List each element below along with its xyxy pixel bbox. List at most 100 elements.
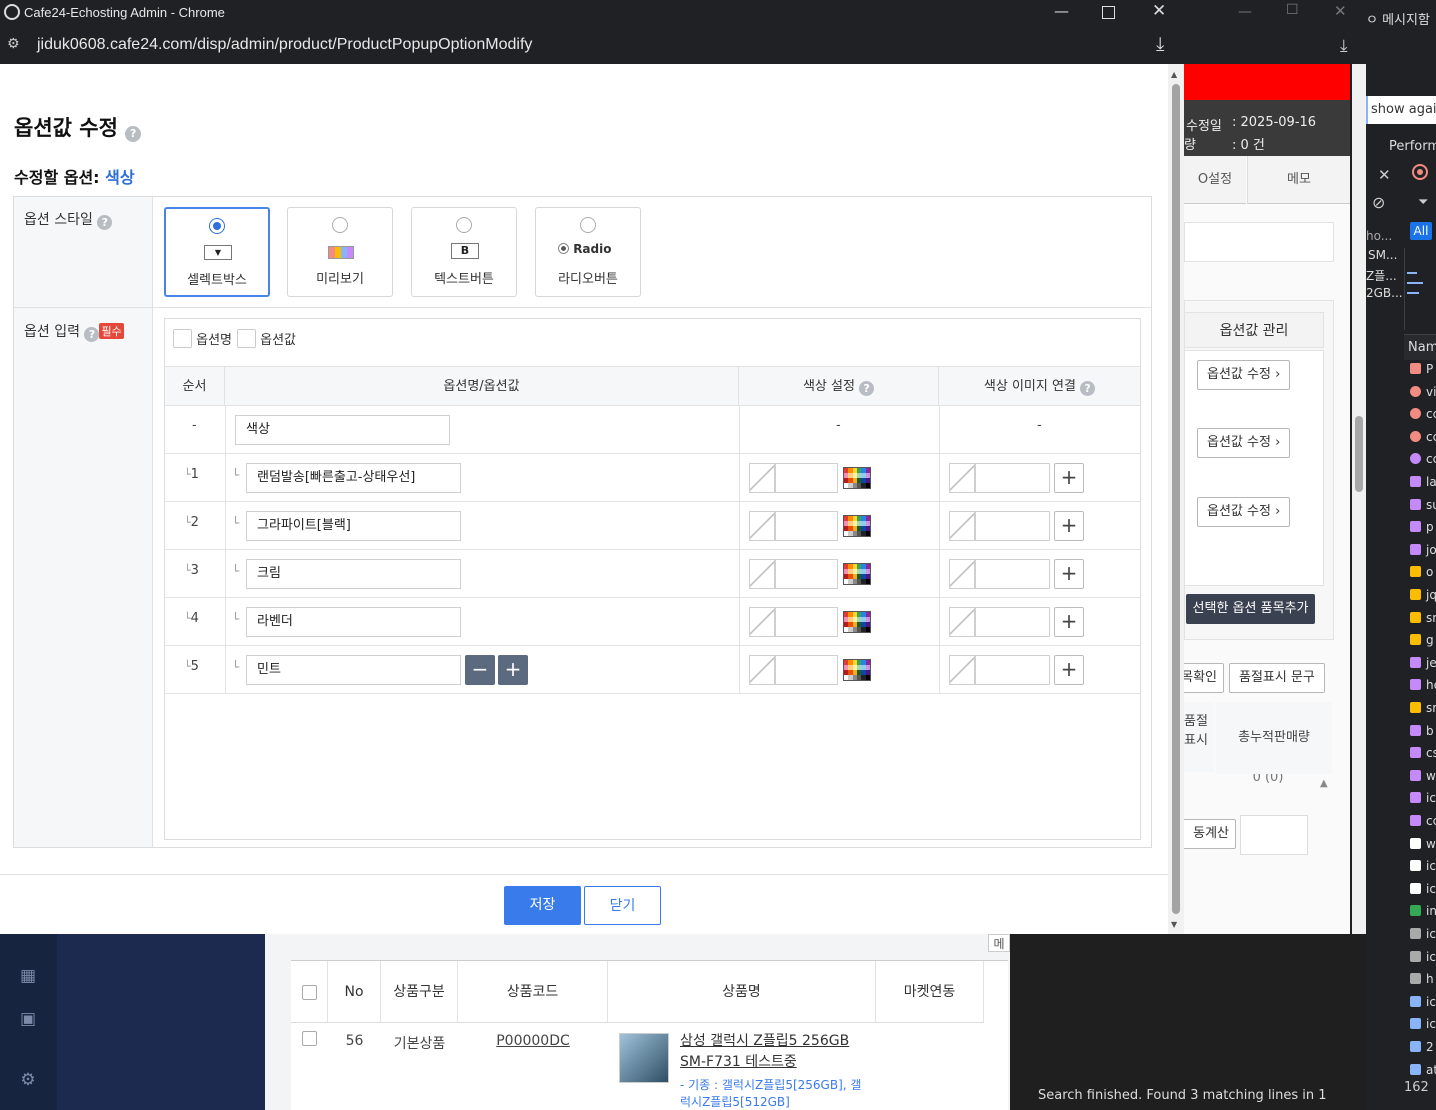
request-row[interactable]: je: [1406, 656, 1436, 676]
message-tab[interactable]: ㅇ 메시지함: [1366, 9, 1430, 28]
color-palette-icon[interactable]: [843, 659, 871, 681]
site-settings-icon[interactable]: ⚙: [7, 36, 20, 52]
style-textbutton-card[interactable]: B 텍스트버튼: [411, 207, 517, 297]
request-row[interactable]: 2: [1406, 1040, 1434, 1060]
option-value-input[interactable]: 민트: [246, 655, 461, 685]
tab-memo[interactable]: 메모: [1247, 156, 1350, 204]
color-swatch[interactable]: [749, 559, 775, 589]
record-stop-icon[interactable]: [1412, 164, 1428, 180]
add-image-button[interactable]: +: [1054, 463, 1084, 493]
gear-icon[interactable]: ⚙: [18, 1070, 38, 1090]
style-preview-card[interactable]: 미리보기: [287, 207, 393, 297]
image-link-input[interactable]: [975, 607, 1050, 637]
request-row[interactable]: p: [1406, 520, 1434, 540]
add-image-button[interactable]: +: [1054, 511, 1084, 541]
request-row[interactable]: cs: [1406, 746, 1436, 766]
url-text[interactable]: jiduk0608.cafe24.com/disp/admin/product/…: [37, 36, 532, 54]
request-row[interactable]: in: [1406, 904, 1436, 924]
partial-button[interactable]: 메: [988, 934, 1010, 952]
add-image-button[interactable]: +: [1054, 607, 1084, 637]
request-row[interactable]: w: [1406, 769, 1436, 789]
auto-calc-field[interactable]: [1240, 815, 1308, 855]
scrollbar-thumb[interactable]: [1355, 416, 1363, 492]
image-link-input[interactable]: [975, 511, 1050, 541]
product-name-link[interactable]: 삼성 갤럭시 Z플립5 256GB SM-F731 테스트중: [680, 1031, 870, 1073]
color-code-input[interactable]: [775, 607, 838, 637]
request-row[interactable]: P: [1406, 362, 1433, 382]
product-thumbnail[interactable]: [619, 1033, 669, 1083]
save-button[interactable]: 저장: [504, 886, 581, 925]
request-row[interactable]: cc: [1406, 814, 1436, 834]
minimize-icon[interactable]: —: [1054, 2, 1069, 20]
request-row[interactable]: b: [1406, 724, 1434, 744]
request-row[interactable]: sr: [1406, 611, 1436, 631]
help-icon[interactable]: ?: [97, 215, 113, 230]
help-icon[interactable]: ?: [84, 327, 100, 342]
request-row[interactable]: cc: [1406, 407, 1436, 427]
request-row[interactable]: cc: [1406, 452, 1436, 472]
option-name-input[interactable]: 색상: [235, 415, 450, 445]
request-row[interactable]: ic: [1406, 1017, 1436, 1037]
image-swatch[interactable]: [949, 559, 975, 589]
request-row[interactable]: at: [1406, 1063, 1436, 1083]
image-swatch[interactable]: [949, 511, 975, 541]
request-row[interactable]: g: [1406, 633, 1434, 653]
help-icon[interactable]: ?: [125, 126, 142, 142]
select-all-checkbox[interactable]: [302, 985, 317, 1000]
color-palette-icon[interactable]: [843, 467, 871, 489]
remove-value-button[interactable]: −: [465, 655, 495, 685]
style-textbutton-radio[interactable]: [456, 217, 472, 233]
style-selectbox-radio[interactable]: [209, 218, 225, 234]
help-icon[interactable]: ?: [1080, 381, 1096, 396]
image-swatch[interactable]: [949, 655, 975, 685]
color-code-input[interactable]: [775, 463, 838, 493]
image-swatch[interactable]: [949, 463, 975, 493]
request-row[interactable]: ic: [1406, 791, 1436, 811]
color-swatch[interactable]: [749, 607, 775, 637]
color-palette-icon[interactable]: [843, 563, 871, 585]
image-link-input[interactable]: [975, 463, 1050, 493]
name-column-header[interactable]: Nam: [1404, 334, 1436, 360]
request-row[interactable]: w: [1406, 837, 1436, 857]
close-icon[interactable]: ✕: [1378, 166, 1391, 184]
filter-all-button[interactable]: All: [1410, 222, 1432, 240]
style-selectbox-card[interactable]: ▼ 셀렉트박스: [164, 207, 270, 297]
soldout-text-button[interactable]: 품절표시 문구: [1229, 663, 1325, 693]
close-button[interactable]: 닫기: [584, 886, 661, 925]
confirm-button[interactable]: 목확인: [1178, 663, 1224, 693]
tab-seo[interactable]: O설정: [1184, 156, 1246, 204]
request-row[interactable]: ic: [1406, 950, 1436, 970]
second-window-scrollbar[interactable]: [1352, 64, 1366, 934]
folder-icon[interactable]: ▣: [18, 1009, 38, 1029]
maximize-icon[interactable]: [1102, 6, 1115, 19]
auto-calc-button[interactable]: 동계산: [1178, 819, 1236, 849]
request-row[interactable]: vi: [1406, 385, 1436, 405]
row-code-link[interactable]: P00000DC: [458, 1033, 608, 1049]
option-value-input[interactable]: 라벤더: [246, 607, 461, 637]
show-again-banner[interactable]: show again: [1366, 96, 1436, 124]
add-selected-items-button[interactable]: 선택한 옵션 품목추가: [1186, 594, 1315, 624]
color-swatch[interactable]: [749, 463, 775, 493]
image-link-input[interactable]: [975, 559, 1050, 589]
download-icon[interactable]: ⤓: [1156, 33, 1164, 55]
style-radio-card[interactable]: Radio 라디오버튼: [535, 207, 641, 297]
dashboard-icon[interactable]: ▦: [18, 966, 38, 986]
clear-icon[interactable]: ⊘: [1372, 193, 1385, 212]
download-icon[interactable]: ⤓: [1340, 36, 1348, 56]
color-palette-icon[interactable]: [843, 515, 871, 537]
request-row[interactable]: la: [1406, 475, 1436, 495]
scroll-down-icon[interactable]: ▼: [1171, 920, 1177, 929]
request-row[interactable]: h: [1406, 972, 1434, 992]
request-row[interactable]: jq: [1406, 588, 1436, 608]
request-row[interactable]: ic: [1406, 882, 1436, 902]
toggle-value[interactable]: 옵션값: [237, 329, 296, 348]
edit-option-button-1[interactable]: 옵션값 수정 ›: [1197, 360, 1291, 390]
close-icon[interactable]: ✕: [1334, 2, 1347, 20]
request-row[interactable]: jo: [1406, 543, 1436, 563]
edit-option-button-3[interactable]: 옵션값 수정 ›: [1197, 497, 1291, 527]
color-palette-icon[interactable]: [843, 611, 871, 633]
option-value-input[interactable]: 그라파이트[블랙]: [246, 511, 461, 541]
minimize-icon[interactable]: —: [1238, 4, 1252, 20]
maximize-icon[interactable]: ☐: [1286, 2, 1299, 18]
request-row[interactable]: su: [1406, 498, 1436, 518]
